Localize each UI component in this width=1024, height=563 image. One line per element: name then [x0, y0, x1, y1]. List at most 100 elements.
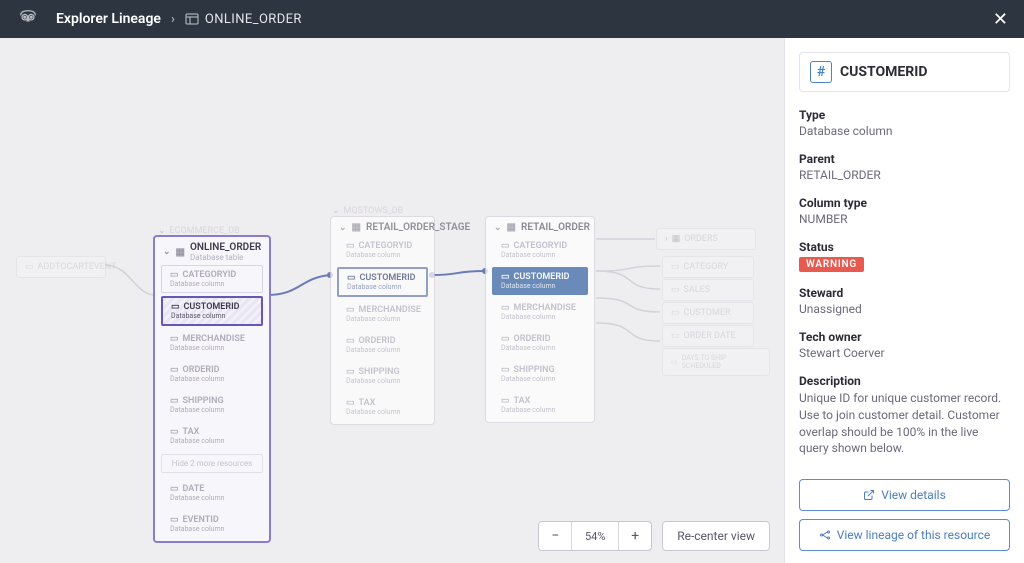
label-coltype: Column type — [799, 196, 1010, 210]
panel-title: CUSTOMERID — [840, 64, 927, 80]
zoom-in-button[interactable]: + — [619, 522, 651, 550]
value-description: Unique ID for unique customer record. Us… — [799, 390, 1010, 457]
field-tax[interactable]: ▭TAXDatabase column — [492, 391, 588, 419]
field-shipping[interactable]: ▭SHIPPINGDatabase column — [337, 362, 428, 390]
zoom-control: − 54% + — [538, 521, 652, 551]
field-merchandise[interactable]: ▭MERCHANDISEDatabase column — [337, 300, 428, 328]
label-parent: Parent — [799, 152, 1010, 166]
field-customerid-selected[interactable]: ▭CUSTOMERIDDatabase column — [492, 267, 588, 295]
mini-days-to-ship[interactable]: ▭DAYS TO SHIP SCHEDULED — [662, 348, 770, 376]
field-shipping[interactable]: ▭SHIPPINGDatabase column — [492, 360, 588, 388]
field-categoryid[interactable]: ▭CATEGORYIDDatabase column — [492, 236, 588, 264]
field-merchandise[interactable]: ▭MERCHANDISEDatabase column — [161, 329, 263, 357]
view-lineage-button[interactable]: View lineage of this resource — [799, 519, 1010, 551]
column-icon: ▭ — [170, 427, 179, 437]
details-panel: # CUSTOMERID Type Database column Parent… — [784, 38, 1024, 563]
label-description: Description — [799, 374, 1010, 388]
panel-title-box: # CUSTOMERID — [799, 52, 1010, 92]
view-details-button[interactable]: View details — [799, 479, 1010, 511]
column-icon: ▭ — [346, 305, 355, 315]
table-icon: ▦ — [352, 222, 361, 233]
column-icon: ▭ — [170, 396, 179, 406]
field-date[interactable]: ▭DATEDatabase column — [161, 479, 263, 507]
field-orderid[interactable]: ▭ORDERIDDatabase column — [492, 329, 588, 357]
column-icon: ▭ — [671, 331, 680, 341]
column-icon: ▭ — [671, 308, 680, 318]
chevron-down-icon: ⌄ — [332, 206, 340, 216]
field-customerid[interactable]: ▭CUSTOMERIDDatabase column — [337, 267, 428, 297]
value-parent: RETAIL_ORDER — [799, 168, 1010, 182]
field-shipping[interactable]: ▭SHIPPINGDatabase column — [161, 391, 263, 419]
status-badge: WARNING — [799, 257, 864, 272]
field-eventid[interactable]: ▭EVENTIDDatabase column — [161, 510, 263, 538]
table-icon: ▦ — [507, 222, 516, 233]
label-status: Status — [799, 240, 1010, 254]
column-icon: ▭ — [170, 270, 179, 280]
value-owner: Stewart Coerver — [799, 346, 1010, 360]
app-header: Explorer Lineage › ONLINE_ORDER ✕ — [0, 0, 1024, 38]
close-icon[interactable]: ✕ — [993, 9, 1008, 30]
field-tax[interactable]: ▭TAXDatabase column — [161, 422, 263, 450]
chevron-down-icon: ⌄ — [494, 223, 502, 233]
node-online-order[interactable]: ⌄ ▦ ONLINE_ORDER Database table ▭CATEGOR… — [153, 235, 271, 543]
column-icon: ▭ — [170, 515, 179, 525]
zoom-out-button[interactable]: − — [539, 522, 571, 550]
mini-category[interactable]: ▭CATEGORY — [662, 256, 754, 278]
table-icon — [185, 12, 199, 26]
field-orderid[interactable]: ▭ORDERIDDatabase column — [337, 331, 428, 359]
column-icon: ▭ — [671, 358, 678, 366]
node-addtocartevent[interactable]: ▭ ADDTOCARTEVENT — [16, 256, 106, 278]
mini-customer[interactable]: ▭CUSTOMER — [662, 302, 754, 324]
chevron-right-icon: › — [665, 234, 668, 244]
field-customerid[interactable]: ▭CUSTOMERIDDatabase column — [161, 296, 263, 326]
column-icon: ▭ — [671, 285, 680, 295]
lineage-icon — [819, 529, 831, 541]
breadcrumb-label[interactable]: ONLINE_ORDER — [205, 12, 302, 27]
value-steward: Unassigned — [799, 302, 1010, 316]
column-icon: ▭ — [346, 241, 355, 251]
value-type: Database column — [799, 124, 1010, 138]
field-orderid[interactable]: ▭ORDERIDDatabase column — [161, 360, 263, 388]
external-link-icon — [863, 489, 875, 501]
column-icon: ▭ — [171, 302, 180, 312]
column-icon: ▭ — [346, 398, 355, 408]
label-type: Type — [799, 108, 1010, 122]
column-icon: ▭ — [501, 334, 510, 344]
zoom-value: 54% — [571, 522, 619, 550]
chevron-down-icon: ⌄ — [339, 223, 347, 233]
field-categoryid[interactable]: ▭CATEGORYIDDatabase column — [337, 236, 428, 264]
column-icon: ▭ — [671, 262, 680, 272]
column-icon: ▭ — [25, 262, 34, 272]
chevron-down-icon: ⌄ — [163, 247, 171, 257]
field-merchandise[interactable]: ▭MERCHANDISEDatabase column — [492, 298, 588, 326]
column-icon: ▭ — [170, 334, 179, 344]
column-icon: ▭ — [347, 273, 356, 283]
node-orders[interactable]: › ▦ ORDERS — [656, 228, 756, 250]
field-tax[interactable]: ▭TAXDatabase column — [337, 393, 428, 421]
hide-more-toggle[interactable]: Hide 2 more resources — [161, 454, 263, 473]
mini-order-date[interactable]: ▭ORDER DATE — [662, 325, 754, 347]
hash-icon: # — [810, 61, 832, 83]
column-icon: ▭ — [501, 272, 510, 282]
node-retail-order-stage[interactable]: ⌄ ▦ RETAIL_ORDER_STAGE ▭CATEGORYIDDataba… — [330, 216, 435, 425]
column-icon: ▭ — [346, 336, 355, 346]
column-icon: ▭ — [501, 365, 510, 375]
logo-owl-icon — [16, 7, 40, 31]
table-icon: ▦ — [672, 234, 681, 244]
chevron-right-icon: › — [171, 12, 175, 27]
field-categoryid[interactable]: ▭CATEGORYIDDatabase column — [161, 265, 263, 293]
table-icon: ▦ — [176, 247, 185, 258]
column-icon: ▭ — [501, 303, 510, 313]
column-icon: ▭ — [170, 365, 179, 375]
recenter-button[interactable]: Re-center view — [662, 521, 770, 551]
label-steward: Steward — [799, 286, 1010, 300]
header-title: Explorer Lineage — [56, 11, 161, 27]
column-icon: ▭ — [501, 241, 510, 251]
column-icon: ▭ — [170, 484, 179, 494]
label-owner: Tech owner — [799, 330, 1010, 344]
value-coltype: NUMBER — [799, 212, 1010, 226]
lineage-canvas[interactable]: ▭ ADDTOCARTEVENT ⌄ ECOMMERCE_DB ⌄ ▦ ONLI… — [0, 38, 784, 563]
mini-sales[interactable]: ▭SALES — [662, 279, 754, 301]
node-retail-order[interactable]: ⌄ ▦ RETAIL_ORDER ▭CATEGORYIDDatabase col… — [485, 216, 595, 423]
column-icon: ▭ — [501, 396, 510, 406]
